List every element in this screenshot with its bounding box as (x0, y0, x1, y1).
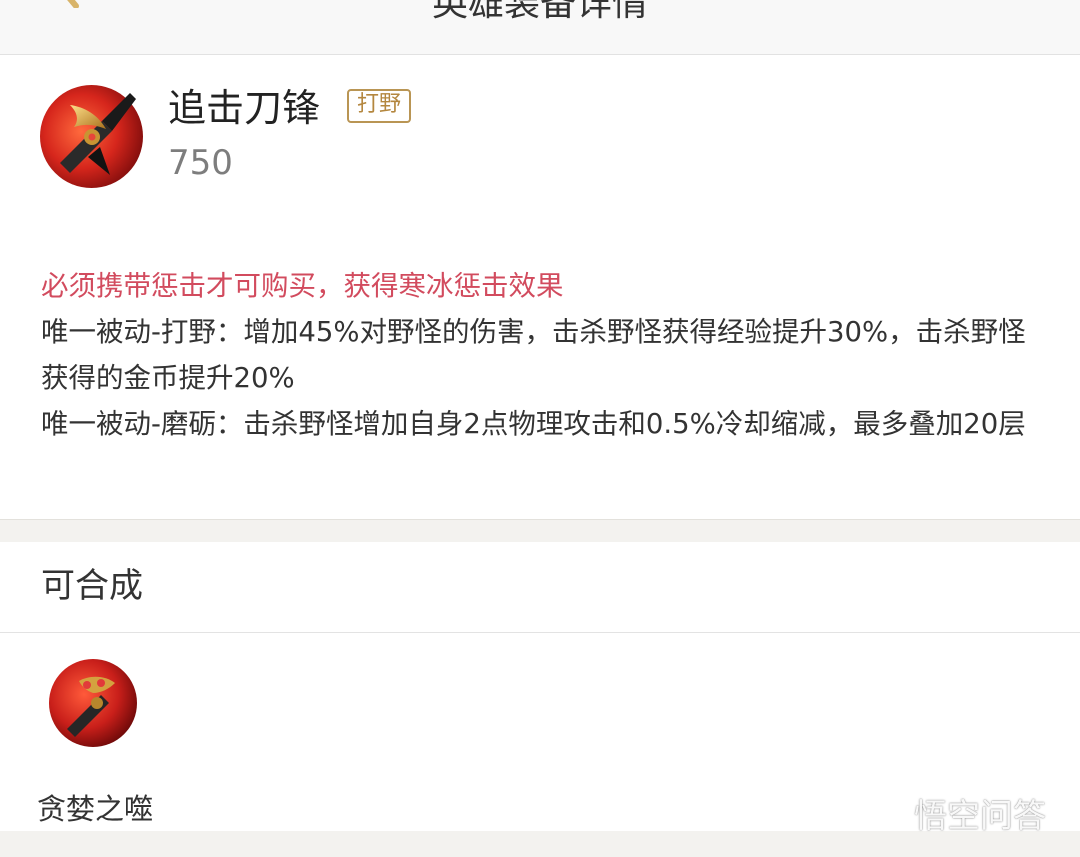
chaser-blade-icon (40, 85, 143, 188)
header-bar: 英雄装备详情 (0, 0, 1080, 55)
craft-section-header: 可合成 (0, 542, 1080, 633)
role-tag: 打野 (347, 89, 412, 123)
craft-section-label: 可合成 (41, 566, 143, 606)
greedy-devour-icon (49, 659, 137, 747)
passive-hone: 唯一被动-磨砺：击杀野怪增加自身2点物理攻击和0.5%冷却缩减，最多叠加20层 (41, 408, 1026, 440)
item-price: 750 (168, 143, 233, 183)
page-title: 英雄装备详情 (431, 0, 648, 24)
item-detail-card: 追击刀锋 打野 750 必须携带惩击才可购买，获得寒冰惩击效果 唯一被动-打野：… (0, 55, 1080, 520)
craft-item[interactable]: 贪婪之噬 (28, 657, 162, 826)
item-description: 必须携带惩击才可购买，获得寒冰惩击效果 唯一被动-打野：增加45%对野怪的伤害，… (41, 263, 1041, 447)
passive-hunter: 唯一被动-打野：增加45%对野怪的伤害，击杀野怪获得经验提升30%，击杀野怪获得… (41, 316, 1026, 394)
item-name: 追击刀锋 (168, 86, 321, 130)
watermark-text: 悟空问答 (914, 796, 1046, 835)
purchase-requirement: 必须携带惩击才可购买，获得寒冰惩击效果 (41, 270, 564, 302)
craft-item-name: 贪婪之噬 (36, 792, 153, 826)
watermark: 悟空问答 (860, 796, 1046, 836)
chat-bubbles-icon (860, 801, 909, 828)
